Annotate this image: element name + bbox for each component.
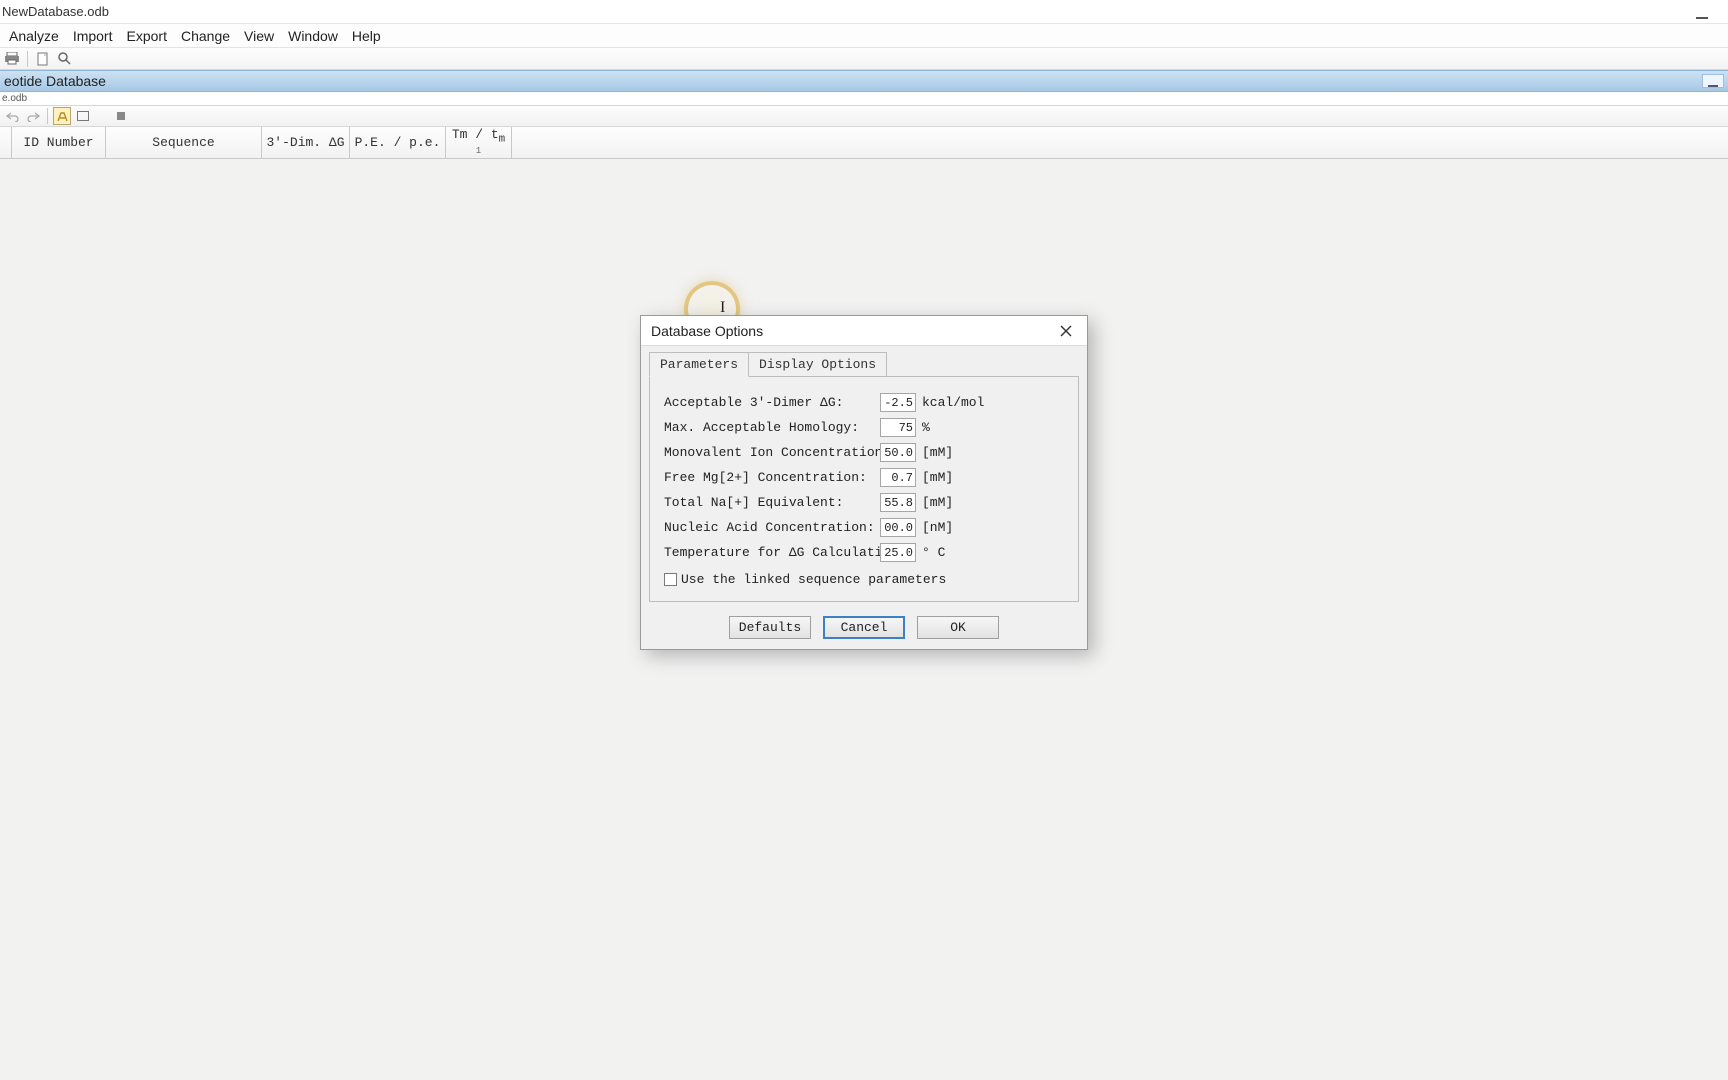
param-na-label: Total Na[+] Equivalent: — [664, 495, 880, 510]
subtoolbar-separator — [47, 108, 48, 124]
param-dimer-input[interactable] — [880, 393, 916, 412]
column-pe[interactable]: P.E. / p.e. — [350, 127, 446, 158]
param-monovalent-label: Monovalent Ion Concentration: — [664, 445, 880, 460]
use-linked-sequence-row: Use the linked sequence parameters — [664, 572, 1064, 587]
subwindow-title-bar: eotide Database — [0, 70, 1728, 92]
param-mg: Free Mg[2+] Concentration: [mM] — [664, 468, 1064, 487]
param-monovalent: Monovalent Ion Concentration: [mM] — [664, 443, 1064, 462]
param-monovalent-input[interactable] — [880, 443, 916, 462]
main-menu-bar: Analyze Import Export Change View Window… — [0, 24, 1728, 48]
dialog-close-button[interactable] — [1053, 320, 1079, 342]
row-handle-column[interactable] — [0, 127, 12, 158]
column-dimer-dg[interactable]: 3'-Dim. ΔG — [262, 127, 350, 158]
param-mg-unit: [mM] — [922, 470, 953, 485]
parameters-panel: Acceptable 3'-Dimer ΔG: kcal/mol Max. Ac… — [649, 376, 1079, 602]
database-options-dialog: Database Options Parameters Display Opti… — [640, 315, 1088, 650]
param-nucleic: Nucleic Acid Concentration: [nM] — [664, 518, 1064, 537]
param-temperature-unit: ° C — [922, 545, 945, 560]
highlight-toggle-icon[interactable] — [53, 107, 71, 125]
param-na-input[interactable] — [880, 493, 916, 512]
param-dimer-unit: kcal/mol — [922, 395, 984, 410]
tab-display-options[interactable]: Display Options — [748, 352, 887, 376]
column-sequence[interactable]: Sequence — [106, 127, 262, 158]
main-toolbar — [0, 48, 1728, 70]
window-title: NewDatabase.odb — [0, 4, 109, 19]
stop-icon[interactable] — [112, 107, 130, 125]
param-temperature-input[interactable] — [880, 543, 916, 562]
menu-analyze[interactable]: Analyze — [2, 26, 66, 46]
dialog-title-bar[interactable]: Database Options — [641, 316, 1087, 346]
param-nucleic-unit: [nM] — [922, 520, 953, 535]
undo-icon[interactable] — [3, 107, 21, 125]
main-title-bar: NewDatabase.odb — [0, 0, 1728, 24]
work-area: I Database Options Parameters Display Op… — [0, 159, 1728, 1080]
table-column-headers: ID Number Sequence 3'-Dim. ΔG P.E. / p.e… — [0, 127, 1728, 159]
use-linked-sequence-label: Use the linked sequence parameters — [681, 572, 946, 587]
param-na-unit: [mM] — [922, 495, 953, 510]
param-homology-unit: % — [922, 420, 930, 435]
param-nucleic-input[interactable] — [880, 518, 916, 537]
menu-change[interactable]: Change — [174, 26, 237, 46]
param-na: Total Na[+] Equivalent: [mM] — [664, 493, 1064, 512]
param-monovalent-unit: [mM] — [922, 445, 953, 460]
column-tm[interactable]: Tm / tm 1 — [446, 127, 512, 158]
window-minimize-button[interactable] — [1688, 5, 1716, 19]
menu-window[interactable]: Window — [281, 26, 345, 46]
menu-view[interactable]: View — [237, 26, 281, 46]
ok-button[interactable]: OK — [917, 616, 999, 639]
param-dimer: Acceptable 3'-Dimer ΔG: kcal/mol — [664, 393, 1064, 412]
cancel-button[interactable]: Cancel — [823, 616, 905, 639]
rectangle-icon[interactable] — [74, 107, 92, 125]
menu-help[interactable]: Help — [345, 26, 388, 46]
param-temperature: Temperature for ΔG Calculations: ° C — [664, 543, 1064, 562]
search-icon[interactable] — [56, 50, 74, 68]
param-mg-label: Free Mg[2+] Concentration: — [664, 470, 880, 485]
param-homology: Max. Acceptable Homology: % — [664, 418, 1064, 437]
menu-import[interactable]: Import — [66, 26, 120, 46]
dialog-title: Database Options — [651, 323, 763, 339]
subwindow-path: e.odb — [0, 92, 1728, 106]
param-mg-input[interactable] — [880, 468, 916, 487]
menu-export[interactable]: Export — [120, 26, 174, 46]
dialog-tabs: Parameters Display Options — [649, 352, 1079, 376]
param-nucleic-label: Nucleic Acid Concentration: — [664, 520, 880, 535]
param-dimer-label: Acceptable 3'-Dimer ΔG: — [664, 395, 880, 410]
param-homology-input[interactable] — [880, 418, 916, 437]
tab-parameters[interactable]: Parameters — [649, 352, 749, 377]
subwindow-toolbar — [0, 106, 1728, 127]
use-linked-sequence-checkbox[interactable] — [664, 573, 677, 586]
printer-icon[interactable] — [3, 50, 21, 68]
param-temperature-label: Temperature for ΔG Calculations: — [664, 545, 880, 560]
dialog-button-row: Defaults Cancel OK — [649, 616, 1079, 639]
toolbar-separator — [27, 51, 28, 67]
redo-icon[interactable] — [24, 107, 42, 125]
document-icon[interactable] — [34, 50, 52, 68]
param-homology-label: Max. Acceptable Homology: — [664, 420, 880, 435]
subwindow-minimize-button[interactable] — [1702, 74, 1724, 88]
subwindow-title: eotide Database — [4, 73, 106, 89]
defaults-button[interactable]: Defaults — [729, 616, 811, 639]
column-id-number[interactable]: ID Number — [12, 127, 106, 158]
